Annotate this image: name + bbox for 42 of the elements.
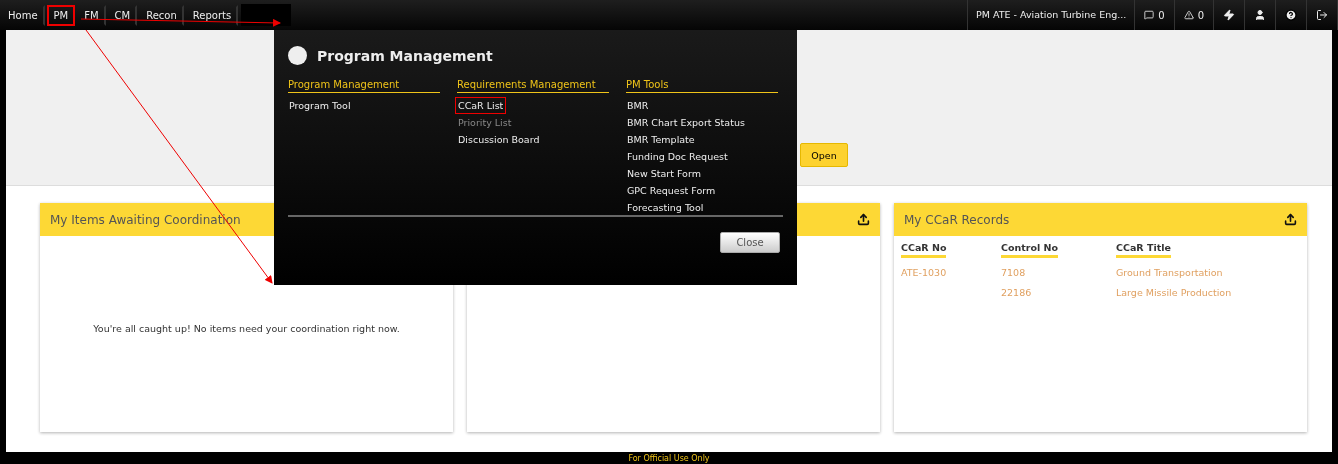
circle-icon xyxy=(288,46,307,65)
menu-link[interactable]: Funding Doc Request xyxy=(624,148,731,165)
menu-link[interactable]: BMR xyxy=(624,97,652,114)
menu-link[interactable]: New Start Form xyxy=(624,165,704,182)
menu-link[interactable]: Discussion Board xyxy=(455,131,543,148)
close-button[interactable]: Close xyxy=(720,232,780,253)
menu-link[interactable]: CCaR List xyxy=(455,97,507,114)
menu-heading: Program Management xyxy=(288,79,440,93)
column-header: Control No xyxy=(1001,242,1059,258)
table-cell-text: 22186 xyxy=(1001,287,1033,298)
upload-icon[interactable] xyxy=(857,213,870,226)
table-cell-text: Ground Transportation xyxy=(1116,267,1224,278)
table-cell-text: 7108 xyxy=(1001,267,1027,278)
upload-icon[interactable] xyxy=(1284,213,1297,226)
menu-link[interactable]: BMR Template xyxy=(624,131,698,148)
nav-link[interactable]: CM xyxy=(107,4,138,26)
user-icon xyxy=(1254,9,1266,21)
bolt-icon xyxy=(1223,9,1235,21)
table-cell-text: ATE-1030 xyxy=(901,267,948,278)
menu-link[interactable]: BMR Chart Export Status xyxy=(624,114,748,131)
nav-link[interactable]: Reports xyxy=(185,4,239,26)
column-header: CCaR Title xyxy=(1116,242,1171,258)
help-icon xyxy=(1285,9,1297,21)
menu-link[interactable]: Program Tool xyxy=(286,97,354,114)
column-header: CCaR No xyxy=(901,242,947,258)
menu-link[interactable]: Forecasting Tool xyxy=(624,199,707,216)
open-button[interactable]: Open xyxy=(800,143,848,167)
logout-icon xyxy=(1316,9,1328,21)
warning-icon xyxy=(1183,10,1194,20)
table-cell-text: Large Missile Production xyxy=(1116,287,1233,298)
nav-link[interactable]: Recon xyxy=(139,4,184,26)
nav-link[interactable]: Home xyxy=(1,4,45,26)
footer-text: For Official Use Only xyxy=(628,453,710,463)
empty-message: You're all caught up! No items need your coordination right now. xyxy=(93,322,400,334)
nav-link[interactable]: FM xyxy=(77,4,106,26)
message-icon xyxy=(1144,10,1155,20)
menu-heading: Requirements Management xyxy=(457,79,609,93)
menu-heading: PM Tools xyxy=(626,79,778,93)
card-title: My CCaR Records xyxy=(904,212,1011,227)
menu-link[interactable]: GPC Request Form xyxy=(624,182,719,199)
menu-title: Program Management xyxy=(317,47,493,64)
nav-link[interactable]: PM xyxy=(46,4,76,26)
